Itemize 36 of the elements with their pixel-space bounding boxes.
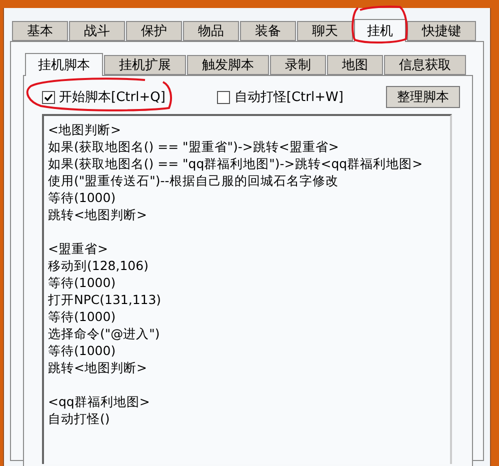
tab[interactable]: 挂机 xyxy=(354,19,406,42)
tab[interactable]: 快捷键 xyxy=(407,21,476,41)
script-line: 跳转<地图判断> xyxy=(48,206,148,223)
script-line: 自动打怪() xyxy=(48,410,111,427)
script-line: 如果(获取地图名() == "qq群福利地图")->跳转<qq群福利地图> xyxy=(48,155,424,172)
script-line: 打开NPC(131,113) xyxy=(48,291,162,308)
script-line: 如果(获取地图名() == "盟重省")->跳转<盟重省> xyxy=(48,138,340,155)
tab[interactable]: 基本 xyxy=(12,21,68,41)
tab[interactable]: 战斗 xyxy=(69,21,125,41)
script-line: 选择命令("@进入") xyxy=(48,325,161,342)
script-line: <qq群福利地图> xyxy=(48,393,151,410)
tab[interactable]: 触发脚本 xyxy=(187,55,269,75)
checkbox-label: 自动打怪[Ctrl+W] xyxy=(234,89,344,106)
tab[interactable]: 聊天 xyxy=(297,21,353,41)
script-editor[interactable] xyxy=(42,114,452,464)
checkbox[interactable] xyxy=(217,90,230,104)
checkbox-label: 开始脚本[Ctrl+Q] xyxy=(59,89,166,106)
script-line: 等待(1000) xyxy=(48,342,117,359)
script-line: 使用("盟重传送石")--根据自己服的回城石名字修改 xyxy=(48,172,340,189)
tidy-script-button[interactable]: 整理脚本 xyxy=(386,86,460,108)
tab[interactable]: 地图 xyxy=(327,55,383,75)
script-line: <盟重省> xyxy=(48,240,109,257)
script-line: 移动到(128,106) xyxy=(48,257,150,274)
script-line: <地图判断> xyxy=(48,121,122,138)
tab[interactable]: 保护 xyxy=(126,21,182,41)
script-line: 等待(1000) xyxy=(48,189,117,206)
checkbox[interactable] xyxy=(42,90,55,104)
tab[interactable]: 挂机扩展 xyxy=(104,55,186,75)
tab[interactable]: 物品 xyxy=(183,21,239,41)
tab[interactable]: 录制 xyxy=(270,55,326,75)
tab[interactable]: 信息获取 xyxy=(384,55,466,75)
script-line: 等待(1000) xyxy=(48,308,117,325)
tab[interactable]: 装备 xyxy=(240,21,296,41)
script-line: 等待(1000) xyxy=(48,274,117,291)
tab[interactable]: 挂机脚本 xyxy=(25,53,103,76)
script-line: 跳转<地图判断> xyxy=(48,359,148,376)
